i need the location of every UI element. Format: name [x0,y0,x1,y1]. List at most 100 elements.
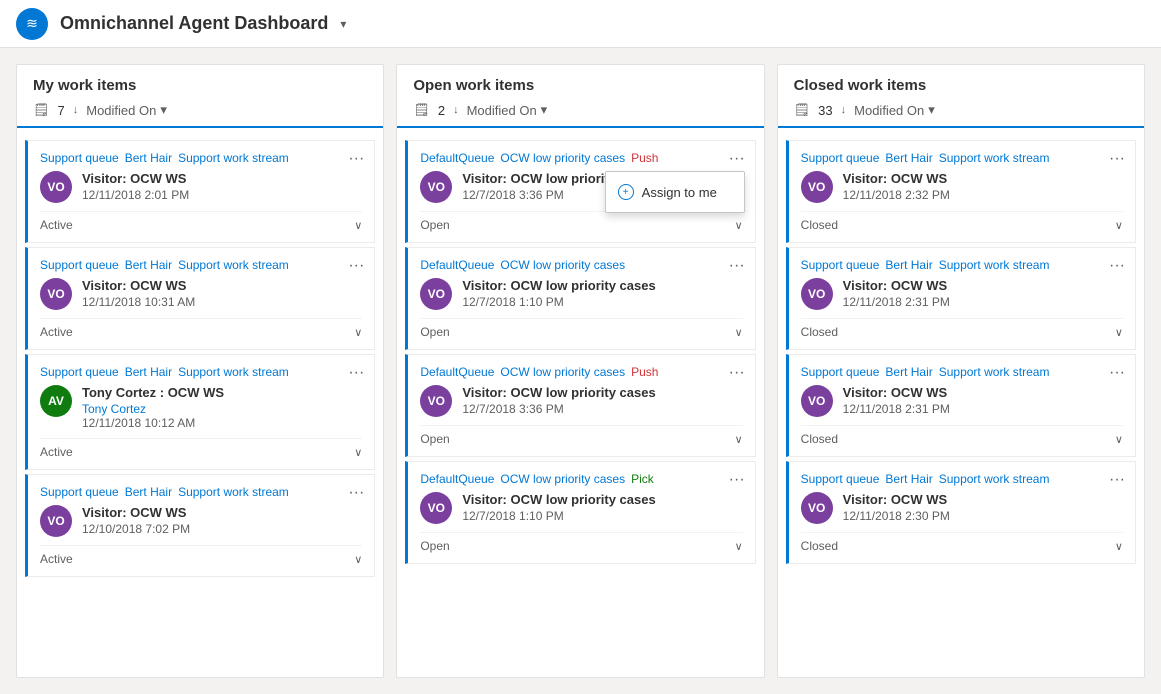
item-tag[interactable]: Support queue [40,485,119,499]
item-tag[interactable]: Support work stream [178,365,289,379]
item-status: Active [40,325,73,339]
item-tag[interactable]: Support queue [801,472,880,486]
item-tag[interactable]: Support queue [801,258,880,272]
avatar: AV [40,385,72,417]
item-tag[interactable]: OCW low priority cases [500,258,625,272]
expand-icon[interactable]: ∨ [1115,433,1123,446]
item-tags: Support queue Bert Hair Support work strea… [40,258,362,272]
item-more-button[interactable]: ··· [729,472,745,488]
avatar: VO [420,278,452,310]
expand-icon[interactable]: ∨ [1115,219,1123,232]
column-title-closed-work-items: Closed work items [794,77,1128,94]
item-footer: Closed∨ [801,425,1123,446]
item-tag[interactable]: Bert Hair [125,151,172,165]
item-tag[interactable]: Support queue [40,258,119,272]
expand-icon[interactable]: ∨ [354,446,362,459]
item-tag[interactable]: Bert Hair [885,258,932,272]
sort-arrow-icon[interactable]: ↓ [73,104,79,116]
item-tag[interactable]: Bert Hair [125,485,172,499]
item-tag[interactable]: Bert Hair [885,365,932,379]
title-dropdown-arrow[interactable]: ▾ [340,17,346,31]
item-tag[interactable]: DefaultQueue [420,258,494,272]
item-tags: DefaultQueue OCW low priority cases [420,258,742,272]
work-item[interactable]: Support queue Bert Hair Support work strea… [786,247,1136,350]
item-date: 12/11/2018 2:31 PM [843,295,1123,309]
item-tag[interactable]: DefaultQueue [420,151,494,165]
expand-icon[interactable]: ∨ [735,433,743,446]
expand-icon[interactable]: ∨ [354,553,362,566]
sort-label[interactable]: Modified On ▾ [854,102,935,118]
assign-icon: + [618,184,634,200]
filter-icon[interactable]: 🗒 [33,102,50,118]
tag-push: Push [631,365,658,379]
assign-to-me-button[interactable]: +Assign to me [606,176,744,208]
item-tag[interactable]: DefaultQueue [420,365,494,379]
column-body-my-work-items: Support queue Bert Hair Support work strea… [17,128,383,677]
item-tag[interactable]: Support work stream [939,258,1050,272]
sort-dropdown-icon[interactable]: ▾ [160,102,167,118]
sort-arrow-icon[interactable]: ↓ [453,104,459,116]
sort-label[interactable]: Modified On ▾ [86,102,167,118]
expand-icon[interactable]: ∨ [354,326,362,339]
item-tag[interactable]: Bert Hair [125,365,172,379]
item-tag[interactable]: Support queue [40,365,119,379]
expand-icon[interactable]: ∨ [735,326,743,339]
item-more-button[interactable]: ··· [729,258,745,274]
item-date: 12/10/2018 7:02 PM [82,522,362,536]
item-more-button[interactable]: ··· [729,365,745,381]
item-tag[interactable]: Support queue [801,151,880,165]
item-tag[interactable]: Support work stream [178,151,289,165]
work-item[interactable]: Support queue Bert Hair Support work strea… [25,474,375,577]
item-tag[interactable]: Bert Hair [885,472,932,486]
work-item[interactable]: Support queue Bert Hair Support work strea… [786,354,1136,457]
column-header-my-work-items: My work items🗒7↓Modified On ▾ [17,65,383,128]
item-more-button[interactable]: ··· [348,485,364,501]
work-item[interactable]: DefaultQueueOCW low priority cases···VOV… [405,247,755,350]
expand-icon[interactable]: ∨ [735,219,743,232]
item-more-button[interactable]: ··· [1109,151,1125,167]
item-tag[interactable]: DefaultQueue [420,472,494,486]
item-tag[interactable]: Support work stream [178,258,289,272]
expand-icon[interactable]: ∨ [735,540,743,553]
item-tag[interactable]: OCW low priority cases [500,365,625,379]
item-tag[interactable]: Support queue [801,365,880,379]
item-tag[interactable]: Support work stream [939,151,1050,165]
item-tag[interactable]: Support work stream [178,485,289,499]
item-more-button[interactable]: ··· [348,151,364,167]
item-more-button[interactable]: ··· [348,258,364,274]
item-info: Visitor: OCW WS12/11/2018 2:32 PM [843,171,1123,202]
item-more-button[interactable]: ··· [1109,472,1125,488]
work-item[interactable]: DefaultQueue OCW low priority cases Push ··… [405,354,755,457]
work-item[interactable]: Support queue Bert Hair Support work strea… [786,461,1136,564]
item-tag[interactable]: OCW low priority cases [500,472,625,486]
item-title: Visitor: OCW WS [843,171,1123,186]
work-item[interactable]: Support queue Bert Hair Support work strea… [25,247,375,350]
work-item[interactable]: Support queue Bert Hair Support work strea… [25,140,375,243]
item-more-button[interactable]: ··· [1109,258,1125,274]
sort-dropdown-icon[interactable]: ▾ [928,102,935,118]
item-tag[interactable]: Support work stream [939,365,1050,379]
sort-label[interactable]: Modified On ▾ [467,102,548,118]
filter-icon[interactable]: 🗒 [413,102,430,118]
item-tag[interactable]: Bert Hair [885,151,932,165]
item-tag[interactable]: OCW low priority cases [500,151,625,165]
sort-dropdown-icon[interactable]: ▾ [541,102,548,118]
item-more-button[interactable]: ··· [348,365,364,381]
work-item[interactable]: Support queue Bert Hair Support work strea… [25,354,375,470]
expand-icon[interactable]: ∨ [354,219,362,232]
expand-icon[interactable]: ∨ [1115,326,1123,339]
item-date: 12/7/2018 1:10 PM [462,509,742,523]
work-item[interactable]: DefaultQueueOCW low priority casesPick··… [405,461,755,564]
work-item[interactable]: Support queue Bert Hair Support work strea… [786,140,1136,243]
expand-icon[interactable]: ∨ [1115,540,1123,553]
item-subtitle[interactable]: Tony Cortez [82,402,362,416]
item-tag[interactable]: Bert Hair [125,258,172,272]
item-body: VOVisitor: OCW WS12/10/2018 7:02 PM [40,505,362,537]
sort-arrow-icon[interactable]: ↓ [841,104,847,116]
item-more-button[interactable]: ··· [729,151,745,167]
item-tag[interactable]: Support queue [40,151,119,165]
work-item[interactable]: DefaultQueueOCW low priority casesPush··… [405,140,755,243]
item-tag[interactable]: Support work stream [939,472,1050,486]
item-more-button[interactable]: ··· [1109,365,1125,381]
filter-icon[interactable]: 🗒 [794,102,811,118]
